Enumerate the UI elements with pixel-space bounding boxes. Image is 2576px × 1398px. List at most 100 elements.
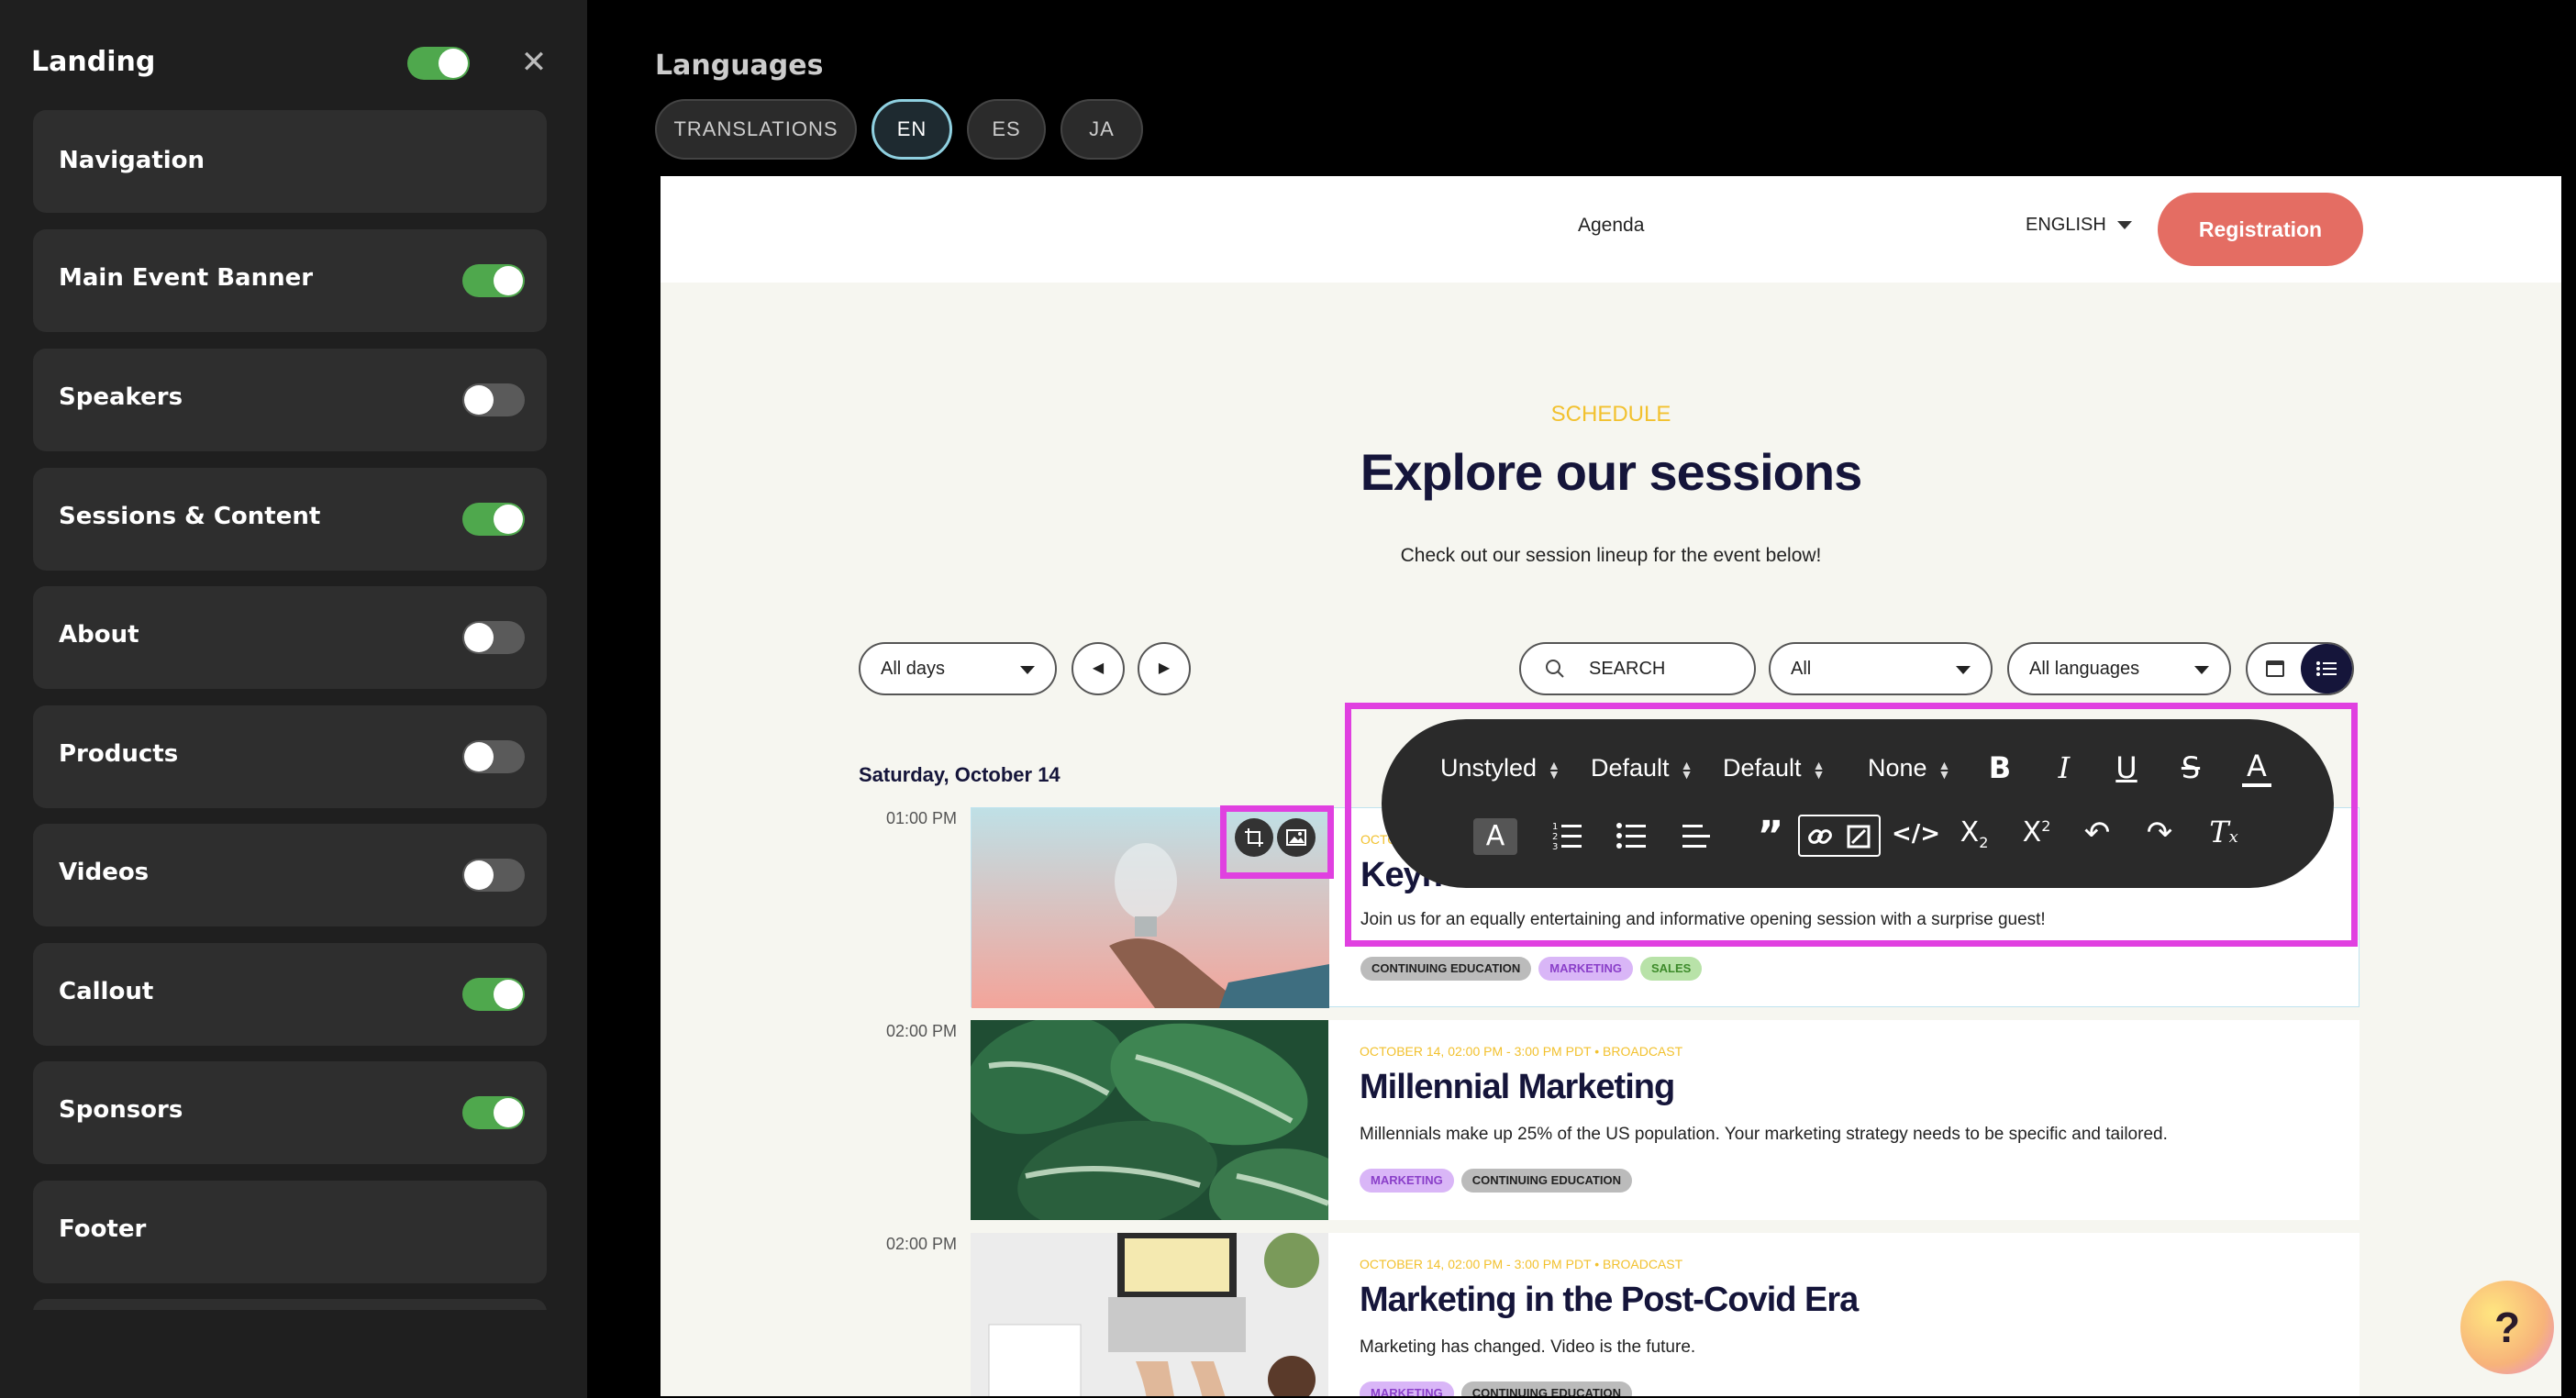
crop-image-button[interactable] [1235, 818, 1273, 857]
preview-top-nav: Agenda ENGLISH Registration [661, 176, 2561, 283]
next-day-button[interactable]: ▶ [1138, 642, 1191, 695]
sidebar-bottom-fade [0, 1310, 587, 1398]
sidebar-item-videos[interactable]: Videos [33, 824, 547, 926]
languages-title: Languages [655, 50, 824, 82]
italic-icon[interactable]: I [2042, 750, 2086, 785]
view-toggle [2246, 642, 2354, 695]
session-card[interactable]: OCTOBER 14, 02:00 PM - 3:00 PM PDT • BRO… [971, 1020, 2359, 1220]
bold-icon[interactable]: B [1978, 750, 2022, 785]
toggle-main-event-banner[interactable] [462, 264, 525, 297]
strikethrough-icon[interactable]: S [2169, 750, 2213, 785]
session-description: Marketing has changed. Video is the futu… [1360, 1337, 1696, 1357]
tab-en[interactable]: EN [872, 99, 952, 160]
calendar-view-icon[interactable] [2266, 660, 2284, 677]
toggle-speakers[interactable] [462, 383, 525, 416]
clear-format-icon[interactable]: Tx [2202, 815, 2246, 849]
session-time: 02:00 PM [886, 1235, 958, 1253]
undo-icon[interactable]: ↶ [2075, 815, 2119, 851]
tag: MARKETING [1538, 957, 1633, 981]
sidebar-item-sessions-content[interactable]: Sessions & Content [33, 468, 547, 571]
search-input[interactable]: SEARCH [1519, 642, 1756, 695]
registration-button[interactable]: Registration [2158, 193, 2363, 266]
caret-right-icon: ▶ [1158, 660, 1171, 676]
unordered-list-icon[interactable] [1616, 820, 1648, 851]
session-card[interactable]: OCTOBER 14, 02:00 PM - 3:00 PM PDT • BRO… [971, 1233, 2359, 1396]
sidebar-item-about[interactable]: About [33, 586, 547, 689]
block-style-select[interactable]: Unstyled ▲ ▼ [1440, 754, 1560, 782]
schedule-title: Explore our sessions [1360, 443, 1862, 501]
tag: CONTINUING EDUCATION [1460, 1381, 1632, 1396]
font-color-icon[interactable]: A [2235, 749, 2279, 787]
toggle-callout[interactable] [462, 978, 525, 1011]
session-description: Millennials make up 25% of the US popula… [1360, 1125, 2168, 1144]
session-time: 01:00 PM [886, 809, 958, 827]
session-image-laptop[interactable] [971, 1233, 1328, 1396]
days-dropdown[interactable]: All days [859, 642, 1057, 695]
blockquote-icon[interactable]: ” [1749, 813, 1793, 860]
redo-icon[interactable]: ↷ [2137, 815, 2182, 851]
close-icon[interactable]: ✕ [519, 47, 549, 78]
session-tags: MARKETING CONTINUING EDUCATION [1360, 1381, 1632, 1396]
replace-image-button[interactable] [1277, 818, 1316, 857]
ordered-list-icon[interactable]: 123 [1552, 820, 1583, 851]
landing-master-toggle[interactable] [407, 47, 470, 80]
sidebar-item-footer[interactable]: Footer [33, 1181, 547, 1283]
tab-es[interactable]: ES [967, 99, 1046, 160]
tag: CONTINUING EDUCATION [1460, 1169, 1632, 1193]
tab-translations[interactable]: TRANSLATIONS [655, 99, 857, 160]
date-heading: Saturday, October 14 [859, 763, 1060, 786]
link-icon[interactable] [1807, 824, 1833, 849]
sidebar-item-label: About [59, 621, 139, 649]
sidebar: Landing ✕ Navigation Main Event Banner S… [0, 0, 587, 1398]
superscript-icon[interactable]: X2 [2015, 816, 2059, 849]
updown-icon: ▲ ▼ [1938, 757, 1951, 782]
line-height-select[interactable]: None ▲ ▼ [1868, 754, 1950, 782]
toggle-videos[interactable] [462, 859, 525, 892]
tab-ja[interactable]: JA [1060, 99, 1143, 160]
sidebar-item-label: Videos [59, 859, 150, 886]
image-icon [1286, 829, 1306, 846]
underline-icon[interactable]: U [2104, 750, 2149, 785]
sidebar-item-main-event-banner[interactable]: Main Event Banner [33, 229, 547, 332]
subscript-icon[interactable]: X2 [1952, 816, 1996, 851]
session-meta: OCTOBER 14, 02:00 PM - 3:00 PM PDT • BRO… [1360, 1257, 1683, 1271]
sidebar-item-label: Sponsors [59, 1096, 183, 1124]
sidebar-item-label: Products [59, 740, 179, 768]
toggle-sponsors[interactable] [462, 1096, 525, 1129]
tag: MARKETING [1360, 1381, 1454, 1396]
list-view-button[interactable] [2301, 644, 2352, 693]
rich-text-toolbar: Unstyled ▲ ▼ Default ▲ ▼ Default ▲ ▼ None ▲ ▼ B … [1382, 719, 2334, 888]
category-dropdown[interactable]: All [1769, 642, 1993, 695]
sidebar-item-callout[interactable]: Callout [33, 943, 547, 1046]
help-button[interactable]: ? [2460, 1281, 2554, 1374]
tag: SALES [1639, 957, 1703, 981]
font-family-select[interactable]: Default ▲ ▼ [1591, 754, 1693, 782]
sidebar-item-speakers[interactable]: Speakers [33, 349, 547, 451]
unlink-icon[interactable] [1846, 824, 1871, 849]
session-time: 02:00 PM [886, 1022, 958, 1040]
tag: CONTINUING EDUCATION [1360, 957, 1532, 981]
sidebar-item-products[interactable]: Products [33, 705, 547, 808]
chevron-down-icon [2194, 666, 2209, 674]
svg-text:1: 1 [1552, 822, 1558, 832]
highlight-icon[interactable]: A [1473, 818, 1517, 855]
session-image-leaves[interactable] [971, 1020, 1328, 1220]
language-filter-dropdown[interactable]: All languages [2007, 642, 2231, 695]
toggle-about[interactable] [462, 621, 525, 654]
sidebar-item-navigation[interactable]: Navigation [33, 110, 547, 213]
svg-text:3: 3 [1552, 842, 1558, 851]
prev-day-button[interactable]: ◀ [1071, 642, 1125, 695]
sidebar-item-label: Footer [59, 1215, 147, 1243]
font-size-select[interactable]: Default ▲ ▼ [1723, 754, 1825, 782]
toggle-sessions-content[interactable] [462, 503, 525, 536]
toggle-products[interactable] [462, 740, 525, 773]
language-selector[interactable]: ENGLISH [2026, 215, 2132, 236]
align-icon[interactable] [1681, 820, 1712, 851]
sidebar-item-sponsors[interactable]: Sponsors [33, 1061, 547, 1164]
session-meta: OCTOBER 14, 02:00 PM - 3:00 PM PDT • BRO… [1360, 1044, 1683, 1059]
svg-text:2: 2 [1552, 832, 1558, 842]
font-family-value: Default [1591, 754, 1670, 782]
nav-agenda-link[interactable]: Agenda [1578, 215, 1644, 237]
code-icon[interactable]: </> [1892, 820, 1940, 848]
chevron-down-icon [1956, 666, 1971, 674]
